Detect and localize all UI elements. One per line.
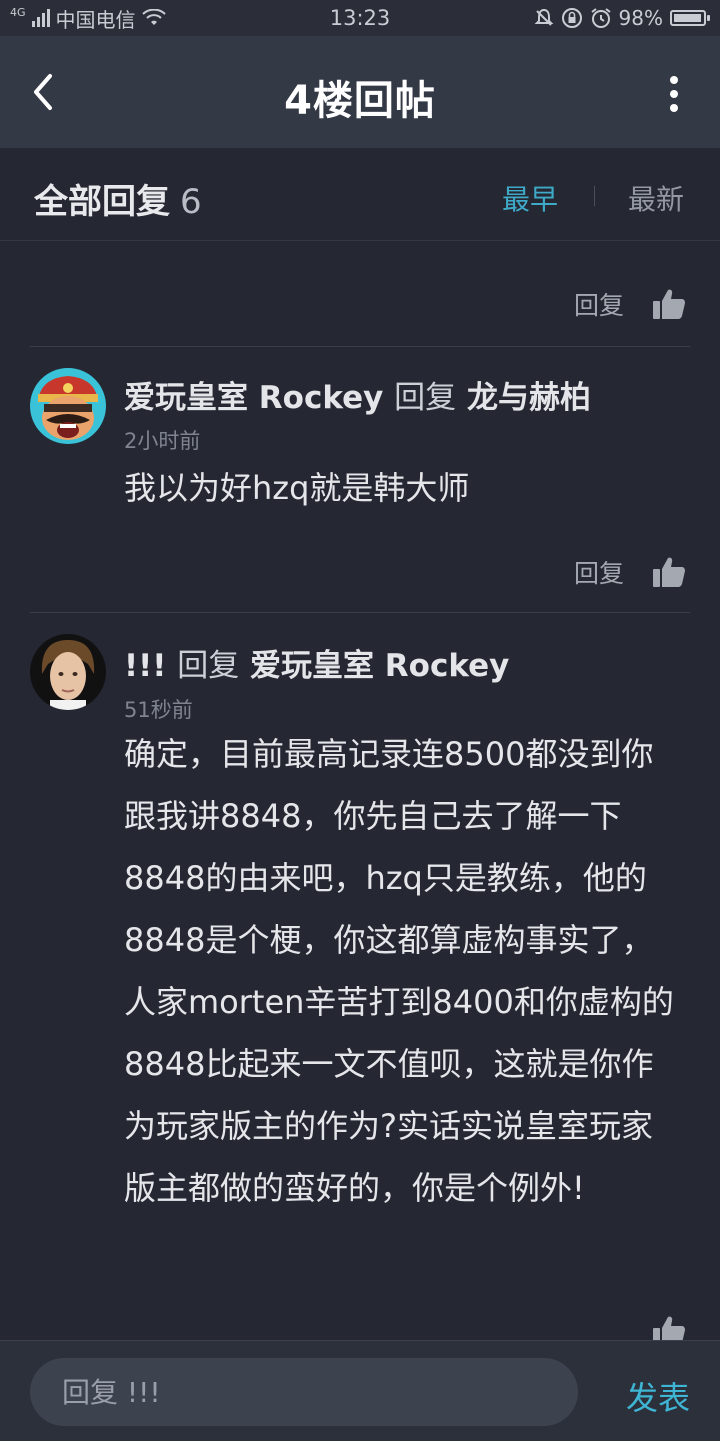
reply-count: 6 <box>180 182 202 222</box>
comment-actions: 回复 <box>574 554 686 590</box>
thumbs-up-icon[interactable] <box>652 1314 686 1340</box>
reply-verb: 回复 <box>394 380 457 416</box>
thumbs-up-icon[interactable] <box>652 287 686 321</box>
comment-time: 51秒前 <box>124 698 193 722</box>
reply-verb: 回复 <box>177 648 240 684</box>
comment-author[interactable]: !!! <box>124 648 166 684</box>
battery-percent: 98% <box>618 6 663 30</box>
reply-target[interactable]: 爱玩皇室 Rockey <box>250 648 509 684</box>
reply-button[interactable]: 回复 <box>574 554 624 590</box>
avatar[interactable] <box>30 634 106 710</box>
app-bar: 4楼回帖 <box>0 36 720 148</box>
mute-bell-icon <box>534 8 553 26</box>
comment-divider <box>30 346 690 347</box>
reply-input[interactable] <box>30 1358 578 1426</box>
comment-author[interactable]: 爱玩皇室 Rockey <box>124 380 383 416</box>
all-replies-label: 全部回复 <box>34 182 170 222</box>
more-vertical-icon <box>670 76 678 112</box>
thumbs-up-icon[interactable] <box>652 555 686 589</box>
more-options-button[interactable] <box>664 72 684 116</box>
comment-time: 2小时前 <box>124 429 201 453</box>
reply-button[interactable]: 回复 <box>574 286 624 322</box>
comment-divider <box>30 612 690 613</box>
comment-author-line: !!! 回复 爱玩皇室 Rockey <box>124 640 509 685</box>
sort-latest-tab[interactable]: 最新 <box>628 178 684 218</box>
comment-text: 我以为好hzq就是韩大师 <box>124 469 470 507</box>
status-bar: 4G 中国电信 13:23 98% <box>0 0 720 36</box>
avatar[interactable] <box>30 368 106 444</box>
all-replies-heading: 全部回复 6 <box>34 174 202 223</box>
comment-text: 确定，目前最高记录连8500都没到你跟我讲8848，你先自己去了解一下8848的… <box>124 735 674 1207</box>
alarm-icon <box>590 8 611 28</box>
comment-actions <box>652 1314 686 1340</box>
avatar-image <box>30 634 106 710</box>
reply-bar: 发表 <box>0 1340 720 1441</box>
comment-actions: 回复 <box>574 286 686 322</box>
sort-earliest-tab[interactable]: 最早 <box>502 178 558 218</box>
rotation-lock-icon <box>561 8 582 28</box>
send-button[interactable]: 发表 <box>626 1373 690 1419</box>
page-title: 4楼回帖 <box>284 78 436 124</box>
comment-author-line: 爱玩皇室 Rockey 回复 龙与赫柏 <box>124 372 591 417</box>
battery-icon <box>670 10 710 26</box>
sort-divider <box>594 186 595 206</box>
reply-target[interactable]: 龙与赫柏 <box>467 380 591 416</box>
status-right: 98% <box>534 6 710 30</box>
filter-bar: 全部回复 6 最早 最新 <box>0 148 720 241</box>
avatar-image <box>30 368 106 444</box>
